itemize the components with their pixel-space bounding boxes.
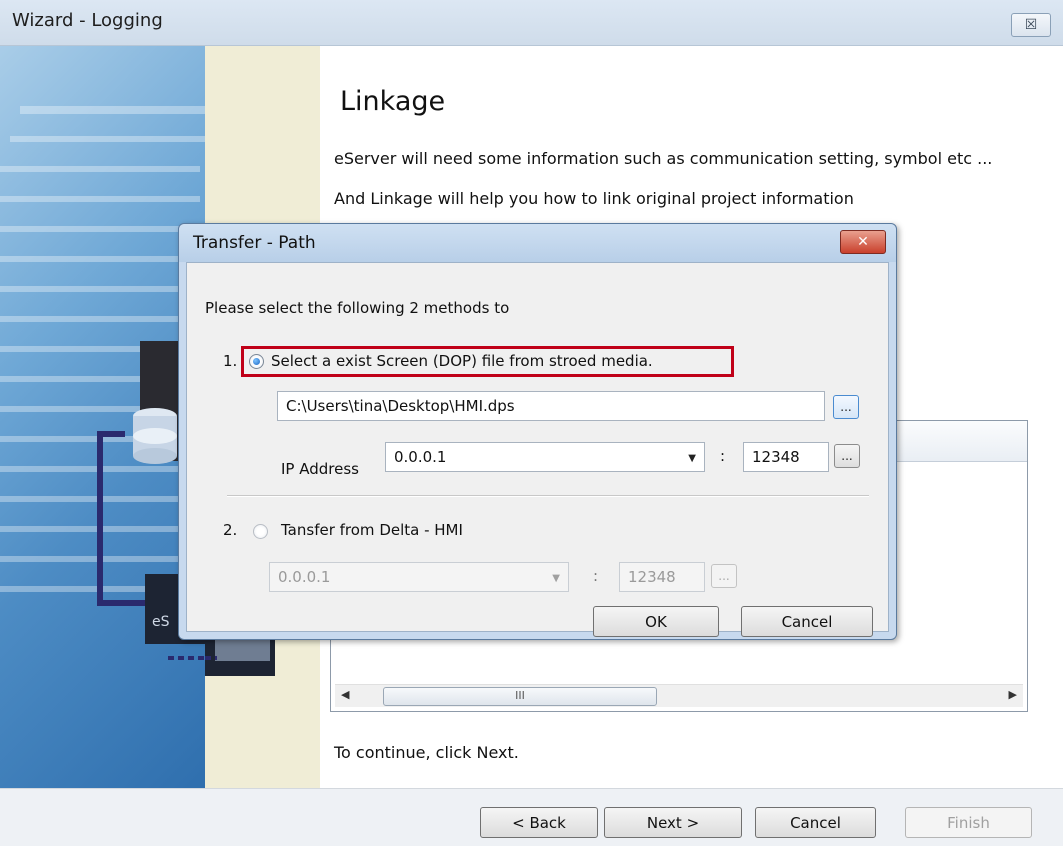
svg-text:eS: eS: [152, 614, 170, 630]
dialog-title: Transfer - Path: [193, 233, 316, 253]
wizard-heading: Linkage: [340, 86, 446, 117]
wizard-description-2: And Linkage will help you how to link or…: [334, 189, 854, 208]
wizard-close-button[interactable]: ☒: [1011, 13, 1051, 37]
next-button[interactable]: Next >: [604, 807, 742, 838]
transfer-path-dialog: Transfer - Path ✕ Please select the foll…: [178, 223, 897, 640]
hmi-port-input: 12348: [619, 562, 705, 592]
separator: [227, 495, 869, 497]
ip-address-value: 0.0.0.1: [394, 448, 447, 466]
option-1-number: 1.: [223, 352, 238, 370]
database-illustration-icon: eS: [0, 106, 205, 660]
port-separator: :: [720, 447, 726, 465]
dialog-close-button[interactable]: ✕: [840, 230, 886, 254]
option-1-radio[interactable]: [249, 354, 264, 369]
close-icon: ✕: [857, 234, 869, 250]
browse-file-button[interactable]: ...: [833, 395, 859, 419]
scroll-right-icon[interactable]: ▶: [1009, 688, 1017, 701]
finish-button: Finish: [905, 807, 1032, 838]
wizard-button-bar: < Back Next > Cancel Finish: [0, 788, 1063, 846]
scroll-left-icon[interactable]: ◀: [341, 688, 349, 701]
dialog-body: Please select the following 2 methods to…: [186, 262, 889, 637]
hmi-ip-value: 0.0.0.1: [278, 568, 331, 586]
dialog-intro: Please select the following 2 methods to: [205, 299, 510, 317]
dialog-title-bar: Transfer - Path ✕: [179, 224, 896, 262]
ip-address-label: IP Address: [281, 460, 359, 478]
close-icon: ☒: [1024, 17, 1038, 33]
wizard-title-bar: Wizard - Logging ☒: [0, 0, 1063, 46]
option-1-label[interactable]: Select a exist Screen (DOP) file from st…: [271, 352, 653, 370]
scroll-thumb[interactable]: III: [383, 687, 657, 706]
hmi-ip-combo: 0.0.0.1 ▼: [269, 562, 569, 592]
option-2-radio[interactable]: [253, 524, 268, 539]
ip-address-combo[interactable]: 0.0.0.1 ▼: [385, 442, 705, 472]
option-2-number: 2.: [223, 521, 238, 539]
scroll-thumb-grip: III: [515, 689, 525, 702]
horizontal-scrollbar[interactable]: ◀ III ▶: [335, 684, 1023, 707]
dialog-ok-button[interactable]: OK: [593, 606, 719, 637]
hmi-port-browse-button: ...: [711, 564, 737, 588]
wizard-cancel-button[interactable]: Cancel: [755, 807, 876, 838]
file-path-input[interactable]: C:\Users\tina\Desktop\HMI.dps: [277, 391, 825, 421]
wizard-side-illustration: eS: [0, 46, 205, 788]
continue-hint: To continue, click Next.: [334, 743, 519, 762]
dialog-cancel-button[interactable]: Cancel: [741, 606, 873, 637]
port-browse-button[interactable]: ...: [834, 444, 860, 468]
port-input[interactable]: 12348: [743, 442, 829, 472]
wizard-title: Wizard - Logging: [12, 10, 163, 31]
hmi-port-separator: :: [593, 567, 599, 585]
chevron-down-icon[interactable]: ▼: [688, 453, 696, 464]
wizard-description-1: eServer will need some information such …: [334, 149, 993, 168]
option-2-label[interactable]: Tansfer from Delta - HMI: [281, 521, 463, 539]
back-button[interactable]: < Back: [480, 807, 598, 838]
chevron-down-icon: ▼: [552, 573, 560, 584]
